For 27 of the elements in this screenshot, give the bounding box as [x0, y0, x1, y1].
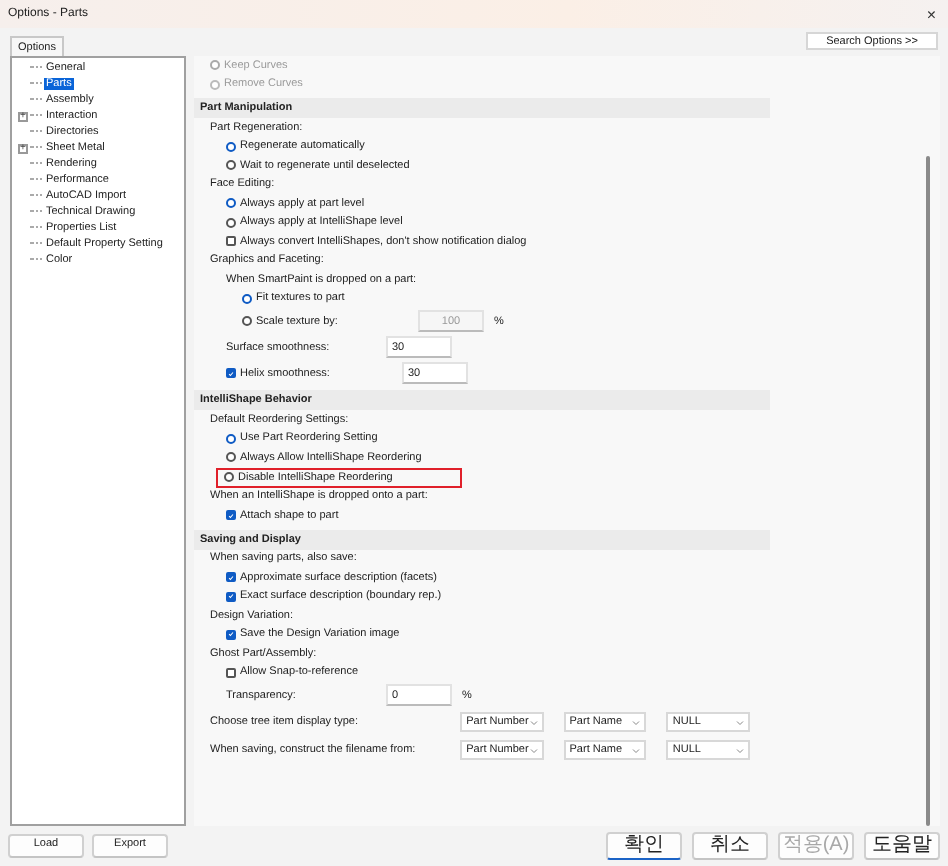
chevron-down-icon — [632, 719, 641, 725]
dialog-button: 적용(A) — [778, 831, 854, 859]
close-button[interactable]: × — [922, 5, 940, 23]
radio-button[interactable] — [242, 293, 252, 304]
radio-button[interactable] — [226, 141, 236, 152]
checkbox[interactable] — [226, 629, 236, 640]
dialog-button[interactable]: 취소 — [692, 831, 768, 859]
chevron-down-icon — [736, 747, 745, 753]
chevron-down-icon — [736, 719, 745, 725]
dialog-button[interactable]: 확인 — [606, 831, 682, 859]
radio-button[interactable] — [226, 452, 236, 463]
dialog-button[interactable]: 도움말 — [864, 831, 940, 859]
chevron-down-icon — [632, 747, 641, 753]
radio-button[interactable] — [226, 160, 236, 171]
checkbox[interactable] — [226, 572, 236, 583]
checkbox[interactable] — [226, 591, 236, 602]
chevron-down-icon — [529, 719, 538, 725]
radio-button[interactable] — [226, 217, 236, 228]
checkbox[interactable] — [226, 236, 236, 247]
radio-button[interactable] — [224, 472, 234, 482]
scroll-thumb[interactable] — [926, 156, 930, 826]
checkbox[interactable] — [226, 368, 236, 378]
checkbox[interactable] — [226, 510, 236, 521]
checkbox[interactable] — [226, 667, 236, 678]
radio-button[interactable] — [226, 198, 236, 209]
radio-button[interactable] — [226, 433, 236, 444]
chevron-down-icon — [529, 747, 538, 753]
